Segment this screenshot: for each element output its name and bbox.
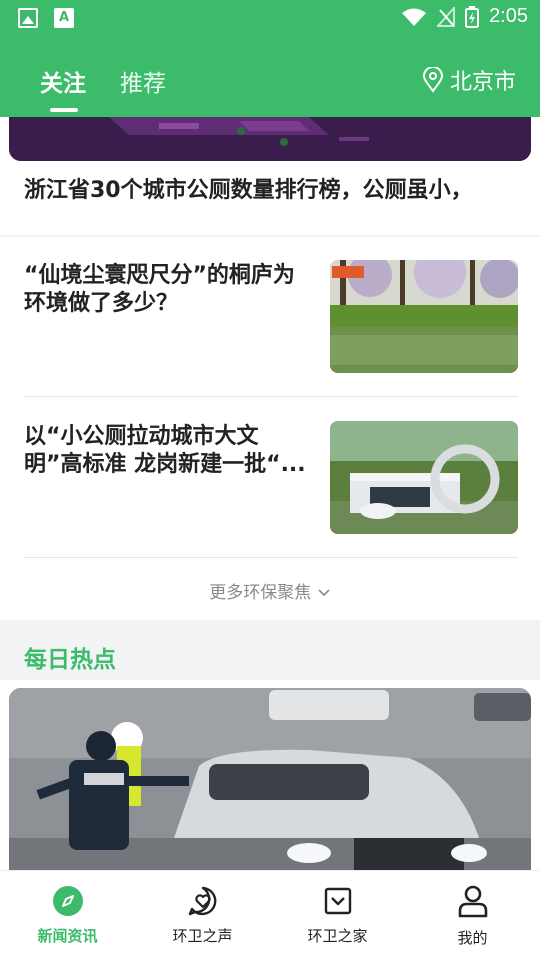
status-bar: A 2:05 — [0, 0, 540, 36]
battery-charging-icon — [465, 5, 480, 28]
nav-news[interactable]: 新闻资讯 — [0, 871, 135, 960]
nav-news-label: 新闻资讯 — [37, 927, 98, 945]
divider — [24, 396, 518, 397]
bottom-nav: 新闻资讯 环卫之声 环卫之家 我的 — [0, 870, 540, 960]
inbox-icon — [324, 887, 351, 915]
nav-home[interactable]: 环卫之家 — [270, 871, 405, 960]
chevron-down-icon — [318, 589, 330, 597]
nav-me-label: 我的 — [457, 929, 488, 947]
nav-voice-label: 环卫之声 — [172, 927, 233, 945]
user-icon — [458, 885, 487, 918]
location-pin-icon — [422, 67, 443, 93]
nav-me[interactable]: 我的 — [405, 871, 540, 960]
tab-recommend[interactable]: 推荐 — [120, 64, 166, 98]
compass-icon — [52, 886, 83, 916]
more-link[interactable]: 更多环保聚焦 — [0, 578, 540, 603]
news-item[interactable]: “仙境尘寰咫尺分”的桐庐为环境做了多少？ — [24, 260, 518, 400]
city-label: 北京市 — [449, 70, 516, 95]
daily-hot-image[interactable] — [9, 688, 531, 873]
divider — [24, 557, 518, 558]
news-title: “仙境尘寰咫尺分”的桐庐为环境做了多少？ — [24, 263, 295, 316]
gallery-notification-icon — [18, 8, 38, 28]
nav-voice[interactable]: 环卫之声 — [135, 871, 270, 960]
more-link-label: 更多环保聚焦 — [209, 583, 312, 603]
tab-follow[interactable]: 关注 — [40, 64, 86, 112]
status-time: 2:05 — [489, 5, 528, 27]
top-article-title[interactable]: 浙江省30个城市公厕数量排行榜，公厕虽小， — [24, 172, 514, 204]
app-notification-icon: A — [54, 8, 74, 28]
top-article-image — [9, 117, 531, 161]
news-title: 以“小公厕拉动城市大文明”高标准 龙岗新建一批“... — [24, 424, 306, 477]
news-thumbnail — [330, 421, 518, 534]
no-signal-icon — [437, 6, 456, 27]
news-thumbnail — [330, 260, 518, 373]
heart-chat-icon — [188, 886, 216, 916]
news-item[interactable]: 以“小公厕拉动城市大文明”高标准 龙岗新建一批“... — [24, 421, 518, 561]
app-header: A 2:05 关注 推荐 北京市 — [0, 0, 540, 117]
nav-home-label: 环卫之家 — [307, 927, 368, 945]
top-tabs: 关注 推荐 — [40, 64, 166, 112]
city-selector[interactable]: 北京市 — [422, 64, 516, 96]
wifi-icon — [402, 8, 427, 26]
section-title-daily-hot: 每日热点 — [24, 647, 116, 673]
